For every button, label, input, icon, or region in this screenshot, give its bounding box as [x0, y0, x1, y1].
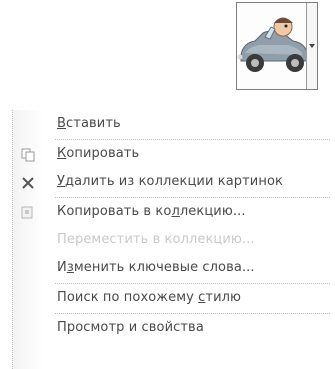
clipart-thumbnail[interactable] — [236, 2, 318, 90]
menu-separator — [55, 283, 330, 284]
delete-x-icon — [19, 174, 37, 192]
menu-item-copy[interactable]: Копировать — [13, 142, 335, 168]
context-menu: Вставить Копировать Удалить из коллекции… — [12, 110, 335, 369]
menu-item-paste[interactable]: Вставить — [13, 112, 335, 138]
menu-item-label: Вставить — [57, 116, 121, 131]
menu-item-delete-from-collection[interactable]: Удалить из коллекции картинок — [13, 170, 335, 196]
menu-item-label: Переместить в коллекцию... — [57, 232, 255, 247]
menu-separator — [55, 313, 330, 314]
menu-item-copy-to-collection[interactable]: Копировать в коллекцию... — [13, 200, 335, 226]
menu-item-label: Поиск по похожему стилю — [57, 290, 242, 305]
car-driver-clipart-icon[interactable] — [237, 3, 309, 89]
menu-item-label: Копировать в коллекцию... — [57, 204, 246, 219]
copy-to-collection-icon — [19, 204, 37, 222]
menu-item-preview-properties[interactable]: Просмотр и свойства — [13, 316, 335, 342]
menu-item-find-similar-style[interactable]: Поиск по похожему стилю — [13, 286, 335, 312]
chevron-down-icon[interactable] — [306, 3, 317, 89]
menu-item-label: Удалить из коллекции картинок — [57, 174, 283, 189]
menu-separator — [55, 197, 330, 198]
menu-separator — [55, 139, 330, 140]
copy-icon — [19, 146, 37, 164]
menu-item-label: Просмотр и свойства — [57, 320, 204, 335]
menu-item-move-to-collection: Переместить в коллекцию... — [13, 228, 335, 254]
menu-item-label: Копировать — [57, 146, 140, 161]
menu-item-label: Изменить ключевые слова... — [57, 260, 255, 275]
menu-item-edit-keywords[interactable]: Изменить ключевые слова... — [13, 256, 335, 282]
